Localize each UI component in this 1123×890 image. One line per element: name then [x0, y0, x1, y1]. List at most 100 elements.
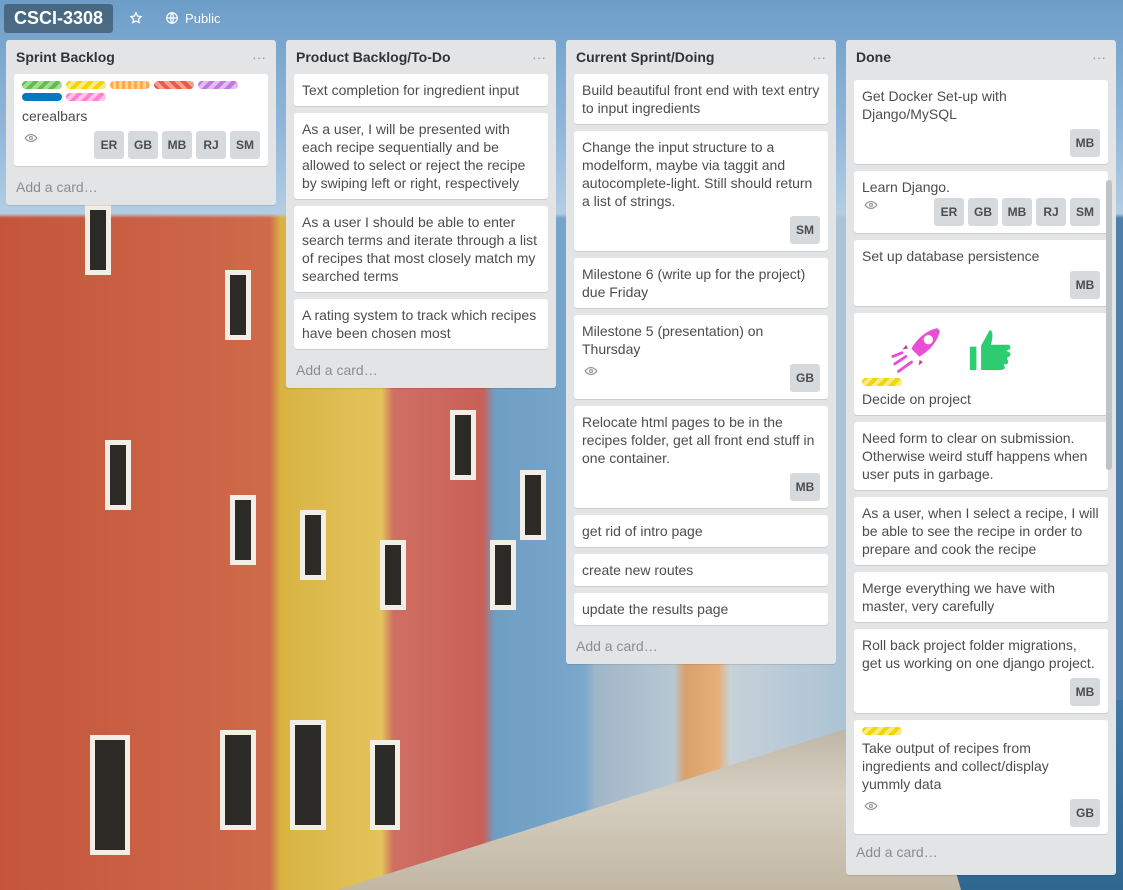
label-yellow [862, 378, 902, 386]
star-button[interactable] [123, 7, 149, 29]
card[interactable]: Milestone 6 (write up for the project) d… [574, 258, 828, 308]
card-members: ER GB MB RJ SM [94, 131, 260, 159]
eye-icon [864, 801, 878, 811]
card-title: Learn Django. [862, 179, 950, 195]
member-avatar[interactable]: RJ [196, 131, 226, 159]
member-avatar[interactable]: GB [790, 364, 820, 392]
member-avatar[interactable]: GB [1070, 799, 1100, 827]
card[interactable]: Change the input structure to a modelfor… [574, 131, 828, 251]
list-title[interactable]: Sprint Backlog [16, 49, 115, 65]
card[interactable]: Relocate html pages to be in the recipes… [574, 406, 828, 508]
card-title: As a user, when I select a recipe, I wil… [862, 505, 1099, 557]
list-menu-icon[interactable]: ··· [812, 49, 826, 65]
eye-icon [864, 200, 878, 210]
card-title: Relocate html pages to be in the recipes… [582, 414, 815, 466]
label-pink [66, 93, 106, 101]
card[interactable]: Set up database persistence MB [854, 240, 1108, 306]
card[interactable]: create new routes [574, 554, 828, 586]
card[interactable]: get rid of intro page [574, 515, 828, 547]
member-avatar[interactable]: RJ [1036, 198, 1066, 226]
visibility-label: Public [185, 10, 221, 26]
card[interactable]: Roll back project folder migrations, get… [854, 629, 1108, 713]
card-footer: MB [582, 473, 820, 501]
card-labels [862, 378, 1100, 386]
member-avatar[interactable]: MB [162, 131, 192, 159]
list-menu-icon[interactable]: ··· [1092, 49, 1106, 65]
card[interactable]: As a user, when I select a recipe, I wil… [854, 497, 1108, 565]
card-title: Decide on project [862, 391, 971, 407]
member-avatar[interactable]: MB [1002, 198, 1032, 226]
card[interactable]: Decide on project [854, 313, 1108, 415]
card-title: As a user, I will be presented with each… [302, 121, 526, 191]
card[interactable]: Take output of recipes from ingredients … [854, 720, 1108, 834]
member-avatar[interactable]: MB [1070, 271, 1100, 299]
card-title: update the results page [582, 601, 729, 617]
thumbs-up-sticker-icon [967, 327, 1014, 373]
card-labels [862, 727, 1100, 735]
member-avatar[interactable]: ER [934, 198, 964, 226]
member-avatar[interactable]: MB [1070, 678, 1100, 706]
list-cards-scroll[interactable]: Get Docker Set-up with Django/MySQL MB L… [854, 74, 1108, 836]
add-card-button[interactable]: Add a card… [574, 632, 828, 664]
label-purple [198, 81, 238, 89]
card[interactable]: Get Docker Set-up with Django/MySQL MB [854, 80, 1108, 164]
card-footer: GB [582, 364, 820, 392]
card[interactable]: Text completion for ingredient input [294, 74, 548, 106]
card-title: Take output of recipes from ingredients … [862, 740, 1049, 792]
list-header: Done ··· [854, 40, 1108, 74]
list-header: Current Sprint/Doing ··· [574, 40, 828, 74]
card-footer: SM [582, 216, 820, 244]
card[interactable]: Milestone 5 (presentation) on Thursday G… [574, 315, 828, 399]
card-footer: GB [862, 799, 1100, 827]
card-cerealbars[interactable]: cerealbars ER GB MB RJ SM [14, 74, 268, 166]
card[interactable]: update the results page [574, 593, 828, 625]
card-members: MB [1070, 271, 1100, 299]
member-avatar[interactable]: SM [1070, 198, 1100, 226]
label-yellow [66, 81, 106, 89]
card[interactable]: Need form to clear on submission. Otherw… [854, 422, 1108, 490]
card[interactable]: As a user I should be able to enter sear… [294, 206, 548, 292]
member-avatar[interactable]: GB [128, 131, 158, 159]
list-menu-icon[interactable]: ··· [532, 49, 546, 65]
visibility-button[interactable]: Public [159, 7, 226, 30]
member-avatar[interactable]: GB [968, 198, 998, 226]
card[interactable]: Learn Django. ER GB MB RJ SM [854, 171, 1108, 233]
add-card-button[interactable]: Add a card… [294, 356, 548, 388]
add-card-button[interactable]: Add a card… [14, 173, 268, 205]
list-header: Sprint Backlog ··· [14, 40, 268, 74]
card-title: As a user I should be able to enter sear… [302, 214, 538, 284]
card-title: Text completion for ingredient input [302, 82, 520, 98]
list-title[interactable]: Product Backlog/To-Do [296, 49, 451, 65]
card[interactable]: As a user, I will be presented with each… [294, 113, 548, 199]
card[interactable]: A rating system to track which recipes h… [294, 299, 548, 349]
card-title: Get Docker Set-up with Django/MySQL [862, 88, 1007, 122]
card-title: Need form to clear on submission. Otherw… [862, 430, 1088, 482]
card[interactable]: Merge everything we have with master, ve… [854, 572, 1108, 622]
card-footer: ER GB MB RJ SM [22, 131, 260, 159]
list-title[interactable]: Done [856, 49, 891, 65]
list-title[interactable]: Current Sprint/Doing [576, 49, 714, 65]
card-title: Set up database persistence [862, 248, 1040, 264]
list-scrollbar[interactable] [1106, 180, 1112, 470]
eye-icon [584, 366, 598, 376]
card-members: MB [1070, 678, 1100, 706]
label-yellow [862, 727, 902, 735]
card-title: get rid of intro page [582, 523, 703, 539]
list-current-sprint: Current Sprint/Doing ··· Build beautiful… [566, 40, 836, 664]
member-avatar[interactable]: MB [790, 473, 820, 501]
card-footer: MB [862, 678, 1100, 706]
card[interactable]: Build beautiful front end with text entr… [574, 74, 828, 124]
card-members: MB [1070, 129, 1100, 157]
member-avatar[interactable]: ER [94, 131, 124, 159]
card-footer: ER GB MB RJ SM [862, 198, 1100, 226]
rocket-sticker-icon [891, 325, 943, 373]
list-product-backlog: Product Backlog/To-Do ··· Text completio… [286, 40, 556, 388]
card-title: A rating system to track which recipes h… [302, 307, 537, 341]
list-menu-icon[interactable]: ··· [252, 49, 266, 65]
add-card-button[interactable]: Add a card… [854, 836, 1108, 870]
member-avatar[interactable]: SM [230, 131, 260, 159]
card-members: ER GB MB RJ SM [934, 198, 1100, 226]
board-title[interactable]: CSCI-3308 [4, 3, 114, 33]
member-avatar[interactable]: SM [790, 216, 820, 244]
member-avatar[interactable]: MB [1070, 129, 1100, 157]
